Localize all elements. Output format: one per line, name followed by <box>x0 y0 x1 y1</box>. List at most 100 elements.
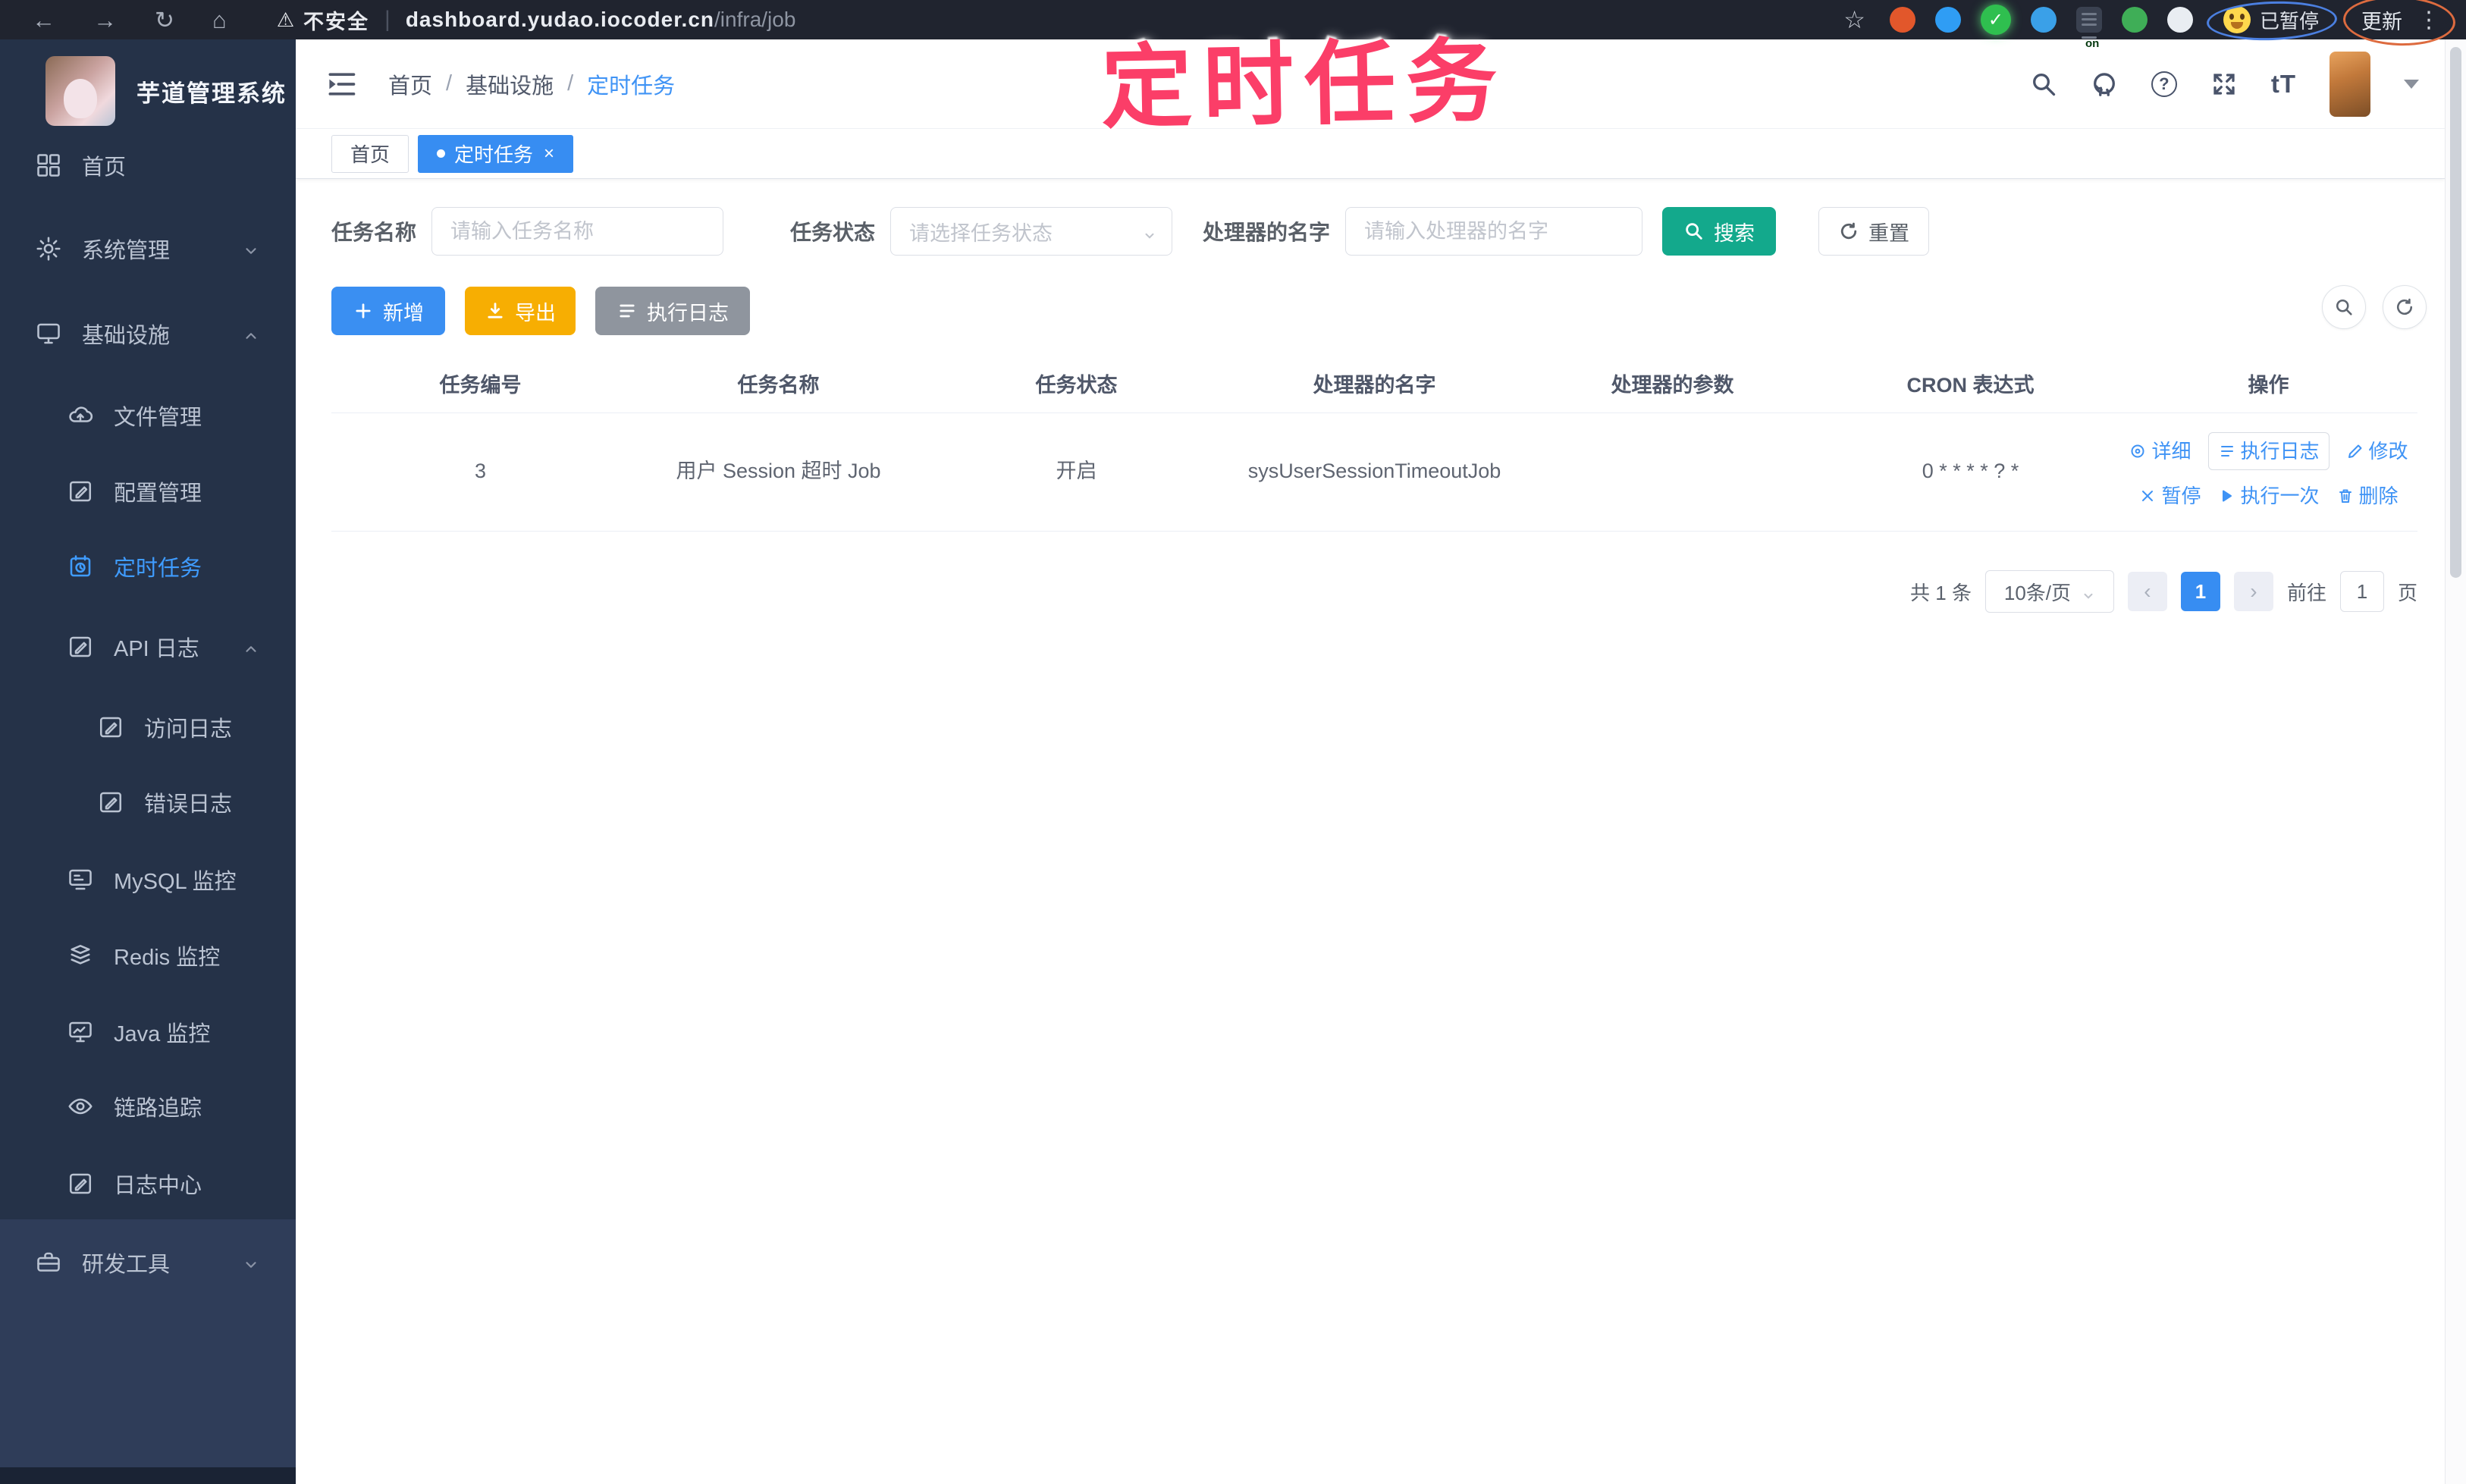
user-avatar[interactable] <box>2330 51 2370 117</box>
chevron-up-icon <box>243 325 259 342</box>
bookmark-star-icon[interactable]: ☆ <box>1843 5 1865 34</box>
cell-handler-name: sysUserSessionTimeoutJob <box>1225 413 1523 532</box>
prev-page-button[interactable]: ‹ <box>2127 572 2167 611</box>
col-handler-param: 处理器的参数 <box>1523 355 1821 413</box>
edit-link[interactable]: 修改 <box>2346 436 2408 466</box>
page-scrollbar[interactable] <box>2445 39 2466 1484</box>
sidebar-item-label: Java 监控 <box>114 1022 211 1046</box>
edit-link-label: 修改 <box>2368 439 2408 463</box>
sidebar-item-access-logs[interactable]: 访问日志 <box>0 694 296 761</box>
delete-link[interactable]: 删除 <box>2336 481 2399 511</box>
search-button[interactable]: 搜索 <box>1662 207 1777 256</box>
extension-icon-green-check[interactable]: ✓ <box>1980 5 2011 35</box>
document-edit-icon <box>67 1170 94 1197</box>
execution-log-button[interactable]: 执行日志 <box>595 287 750 335</box>
document-edit-icon <box>67 633 94 660</box>
schedule-clock-icon <box>67 553 94 580</box>
sidebar-item-trace[interactable]: 链路追踪 <box>0 1073 296 1140</box>
sidebar-item-config-management[interactable]: 配置管理 <box>0 458 296 525</box>
search-button-label: 搜索 <box>1714 221 1755 245</box>
run-once-link[interactable]: 执行一次 <box>2217 481 2320 511</box>
url-divider: | <box>384 7 391 32</box>
breadcrumb-item-home[interactable]: 首页 <box>388 68 432 100</box>
cell-job-status: 开启 <box>927 413 1225 532</box>
on-badge: on <box>2081 36 2099 50</box>
scrollbar-thumb[interactable] <box>2450 47 2461 578</box>
sidebar-item-file-management[interactable]: 文件管理 <box>0 382 296 449</box>
row-execution-log-link[interactable]: 执行日志 <box>2207 431 2330 470</box>
sidebar-item-api-logs[interactable]: API 日志 <box>0 613 296 680</box>
task-name-label: 任务名称 <box>331 221 417 244</box>
handler-name-input[interactable] <box>1345 207 1643 256</box>
col-handler-name: 处理器的名字 <box>1225 355 1523 413</box>
kebab-menu-icon[interactable]: ⋮ <box>2417 7 2440 33</box>
export-button[interactable]: 导出 <box>465 287 576 335</box>
update-button[interactable]: 更新 <box>2361 5 2402 35</box>
font-size-icon[interactable]: tT <box>2271 70 2296 99</box>
breadcrumb-separator: / <box>567 71 574 96</box>
sidebar-item-error-logs[interactable]: 错误日志 <box>0 769 296 836</box>
sidebar-item-java-monitor[interactable]: Java 监控 <box>0 999 296 1065</box>
refresh-icon-button[interactable] <box>2383 285 2427 329</box>
next-page-button[interactable]: › <box>2233 572 2273 611</box>
cell-job-name: 用户 Session 超时 Job <box>629 413 927 532</box>
page-number-1[interactable]: 1 <box>2180 572 2220 611</box>
toggle-search-icon-button[interactable] <box>2322 285 2366 329</box>
url-host: dashboard.yudao.iocoder.cn <box>405 8 715 31</box>
warning-icon: ⚠ <box>276 8 295 31</box>
sidebar-item-system[interactable]: 系统管理 <box>0 215 296 282</box>
app-logo <box>45 56 115 126</box>
tab-close-icon[interactable]: × <box>544 143 554 165</box>
col-job-id: 任务编号 <box>331 355 629 413</box>
breadcrumb-separator: / <box>446 71 453 96</box>
forward-icon[interactable]: → <box>93 8 117 32</box>
sidebar-item-log-center[interactable]: 日志中心 <box>0 1150 296 1217</box>
sidebar-item-scheduled-tasks[interactable]: 定时任务 <box>0 533 296 600</box>
help-icon[interactable]: ? <box>2151 71 2177 97</box>
browser-update-area: 更新 ⋮ <box>2342 0 2457 48</box>
row-execution-log-label: 执行日志 <box>2240 439 2320 463</box>
cell-job-id: 3 <box>331 413 629 532</box>
sidebar-item-redis-monitor[interactable]: Redis 监控 <box>0 922 296 989</box>
pause-link[interactable]: 暂停 <box>2138 481 2201 511</box>
header-actions: ? tT <box>2030 51 2445 117</box>
sidebar-item-label: 首页 <box>82 155 127 180</box>
extension-icon-green-leaf[interactable] <box>2121 7 2148 33</box>
sidebar-item-devtools[interactable]: 研发工具 <box>0 1229 296 1296</box>
breadcrumb-item-infrastructure[interactable]: 基础设施 <box>466 68 554 100</box>
run-once-link-label: 执行一次 <box>2240 485 2320 507</box>
browser-profile-chip[interactable]: 已暂停 <box>2206 0 2338 42</box>
sidebar-item-infrastructure[interactable]: 基础设施 <box>0 300 296 367</box>
search-icon[interactable] <box>2030 71 2057 98</box>
avatar-caret-icon[interactable] <box>2404 79 2419 89</box>
page-size-select[interactable]: 10条/页 <box>1984 570 2114 613</box>
extension-icon-orange[interactable] <box>1889 7 1915 33</box>
task-status-select[interactable]: 请选择任务状态 <box>890 207 1173 256</box>
github-icon[interactable] <box>2091 71 2118 98</box>
goto-page-input[interactable] <box>2339 571 2384 612</box>
tab-home[interactable]: 首页 <box>331 134 409 173</box>
home-icon[interactable]: ⌂ <box>212 8 227 32</box>
detail-link[interactable]: 详细 <box>2129 436 2191 466</box>
tab-scheduled-tasks[interactable]: 定时任务 × <box>418 134 574 173</box>
sidebar-item-home[interactable]: 首页 <box>0 132 296 199</box>
back-icon[interactable]: ← <box>32 8 55 32</box>
sidebar-fold-icon[interactable] <box>325 67 358 101</box>
extension-icon-blue-pin[interactable] <box>1934 7 1961 33</box>
export-button-label: 导出 <box>515 301 556 325</box>
reload-icon[interactable]: ↻ <box>155 8 174 32</box>
sidebar-logo-row: 芋道管理系统 <box>0 53 296 129</box>
table-tools <box>2322 285 2427 329</box>
extension-icon-on-switch[interactable]: on <box>2075 7 2102 50</box>
extension-icon-blue-cube[interactable] <box>2030 7 2057 33</box>
reset-button[interactable]: 重置 <box>1818 207 1930 256</box>
page-unit-label: 页 <box>2397 581 2417 604</box>
add-button[interactable]: 新增 <box>331 287 445 335</box>
url-bar[interactable]: ⚠ 不安全 | dashboard.yudao.iocoder.cn /infr… <box>277 5 796 35</box>
document-edit-icon <box>97 714 124 741</box>
sidebar-item-mysql-monitor[interactable]: MySQL 监控 <box>0 846 296 913</box>
task-name-input[interactable] <box>431 207 724 256</box>
fullscreen-icon[interactable] <box>2210 71 2238 98</box>
sidebar-bottom-strip <box>0 1467 296 1484</box>
extension-icon-ghost[interactable] <box>2166 7 2193 33</box>
